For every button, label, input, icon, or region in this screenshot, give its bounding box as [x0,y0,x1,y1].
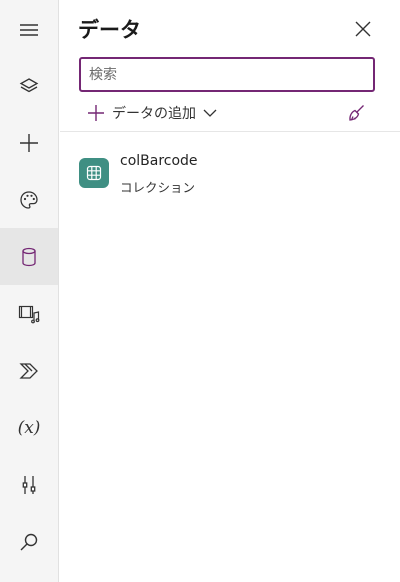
search-rail-button[interactable] [0,513,58,570]
tree-view-button[interactable] [0,57,58,114]
palette-icon [20,190,38,209]
close-button[interactable] [350,16,376,42]
insert-button[interactable] [0,114,58,171]
search-icon [20,533,38,550]
table-icon [79,158,109,188]
tools-icon [22,475,36,494]
variables-icon: (x) [17,417,41,438]
item-type: コレクション [120,180,196,195]
data-source-item[interactable]: colBarcode コレクション [74,148,384,200]
close-icon [355,21,371,37]
panel-title: データ [78,18,141,42]
layers-icon [19,77,39,92]
power-automate-button[interactable] [0,342,58,399]
brush-icon [349,105,364,121]
menu-icon [20,23,38,36]
left-rail: (x) [0,0,59,582]
theme-button[interactable] [0,171,58,228]
plus-icon [88,105,104,121]
divider [60,131,400,132]
data-panel: データ データの追加 [60,0,400,582]
menu-button[interactable] [0,1,58,58]
power-automate-icon [19,362,38,379]
app-window: (x) データ 検索 データの追加 colBarcode コレクション [0,0,400,582]
item-name: colBarcode [120,153,198,169]
data-button[interactable] [0,228,58,285]
media-icon [18,305,40,323]
add-data-label: データの追加 [112,106,196,122]
database-icon [22,247,36,266]
advanced-tools-button[interactable] [0,456,58,513]
plus-icon [20,133,38,152]
search-input[interactable] [79,57,375,92]
media-button[interactable] [0,285,58,342]
variables-button[interactable]: (x) [0,399,58,456]
clear-button[interactable] [344,101,368,125]
chevron-down-icon [203,109,217,117]
add-data-button[interactable]: データの追加 [87,101,217,125]
